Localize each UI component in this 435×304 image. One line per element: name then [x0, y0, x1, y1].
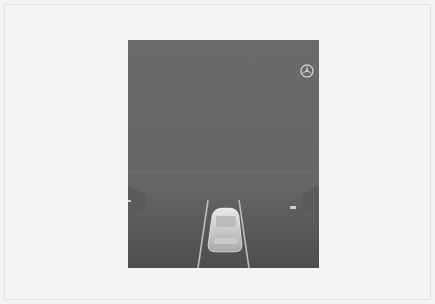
lane-marker-left	[128, 200, 131, 202]
road-scene	[128, 170, 319, 268]
page	[0, 0, 435, 304]
driver-assist-display	[128, 40, 319, 268]
mercedes-star-icon	[300, 64, 314, 78]
lane-marker-right	[290, 206, 296, 209]
car-rear-icon	[207, 207, 243, 253]
